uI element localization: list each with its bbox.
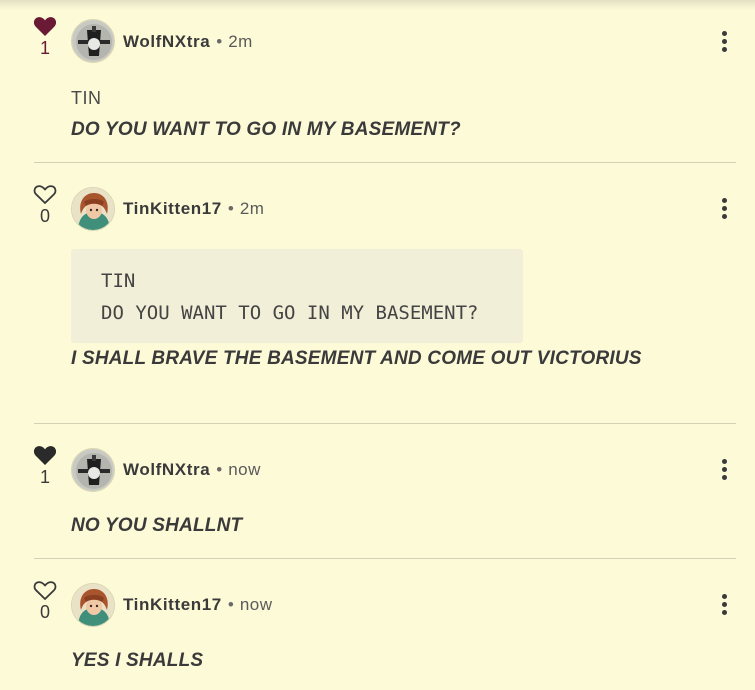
divider: [34, 558, 736, 559]
avatar[interactable]: [71, 19, 115, 63]
comment-text-line: TIN: [71, 88, 102, 108]
quote-line: TIN: [101, 270, 136, 292]
comment-item: 1 WolfNXtra • now NO YOU SHALLNT: [0, 444, 755, 558]
comment-meta: TinKitten17 • now: [123, 595, 273, 615]
heart-filled-icon: [33, 17, 57, 36]
like-count: 1: [39, 467, 50, 487]
comment-item: 0 TinKitten17 • now YES I SHALLS: [0, 579, 755, 690]
like-count: 0: [39, 602, 50, 622]
timestamp: now: [228, 460, 261, 479]
avatar[interactable]: [71, 448, 115, 492]
divider: [34, 162, 736, 163]
like-button[interactable]: 1: [30, 444, 60, 486]
comment-meta: WolfNXtra • 2m: [123, 32, 253, 52]
more-options-icon[interactable]: [715, 459, 733, 485]
heart-outline-icon: [33, 185, 57, 204]
comment-item: 1 WolfNXtra • 2m TIN DO YOU WANT TO GO IN …: [0, 0, 755, 162]
comment-body: DO YOU WANT TO GO IN MY BASEMENT?: [71, 119, 461, 140]
separator: •: [216, 460, 223, 479]
timestamp: now: [239, 595, 273, 614]
username[interactable]: TinKitten17: [123, 595, 222, 614]
timestamp: 2m: [239, 199, 265, 218]
separator: •: [227, 595, 234, 614]
username[interactable]: WolfNXtra: [123, 32, 210, 51]
more-options-icon[interactable]: [715, 198, 733, 224]
heart-filled-icon: [33, 446, 57, 465]
avatar[interactable]: [71, 583, 115, 627]
separator: •: [216, 32, 223, 51]
like-button[interactable]: 0: [30, 183, 60, 225]
more-options-icon[interactable]: [715, 31, 733, 57]
avatar-wolfnxtra-icon: [72, 449, 114, 491]
comment-body: I SHALL BRAVE THE BASEMENT AND COME OUT …: [71, 348, 642, 369]
comment-meta: TinKitten17 • 2m: [123, 199, 264, 219]
like-button[interactable]: 1: [30, 15, 60, 57]
heart-outline-icon: [33, 581, 57, 600]
username[interactable]: WolfNXtra: [123, 460, 210, 479]
avatar-tinkitten17-icon: [72, 188, 114, 230]
quote-block: TIN DO YOU WANT TO GO IN MY BASEMENT?: [71, 249, 523, 343]
avatar[interactable]: [71, 187, 115, 231]
like-button[interactable]: 0: [30, 579, 60, 621]
username[interactable]: TinKitten17: [123, 199, 222, 218]
comment-meta: WolfNXtra • now: [123, 460, 261, 480]
more-options-icon[interactable]: [715, 594, 733, 620]
separator: •: [227, 199, 234, 218]
avatar-wolfnxtra-icon: [72, 20, 114, 62]
quote-line: DO YOU WANT TO GO IN MY BASEMENT?: [101, 302, 479, 324]
like-count: 0: [39, 206, 50, 226]
avatar-tinkitten17-icon: [72, 584, 114, 626]
like-count: 1: [39, 38, 50, 58]
comment-body: YES I SHALLS: [71, 650, 204, 671]
divider: [34, 423, 736, 424]
comment-item: 0 TinKitten17 • 2m TIN DO YOU WANT TO GO I…: [0, 183, 755, 423]
comment-body: NO YOU SHALLNT: [71, 515, 243, 536]
timestamp: 2m: [228, 32, 253, 51]
